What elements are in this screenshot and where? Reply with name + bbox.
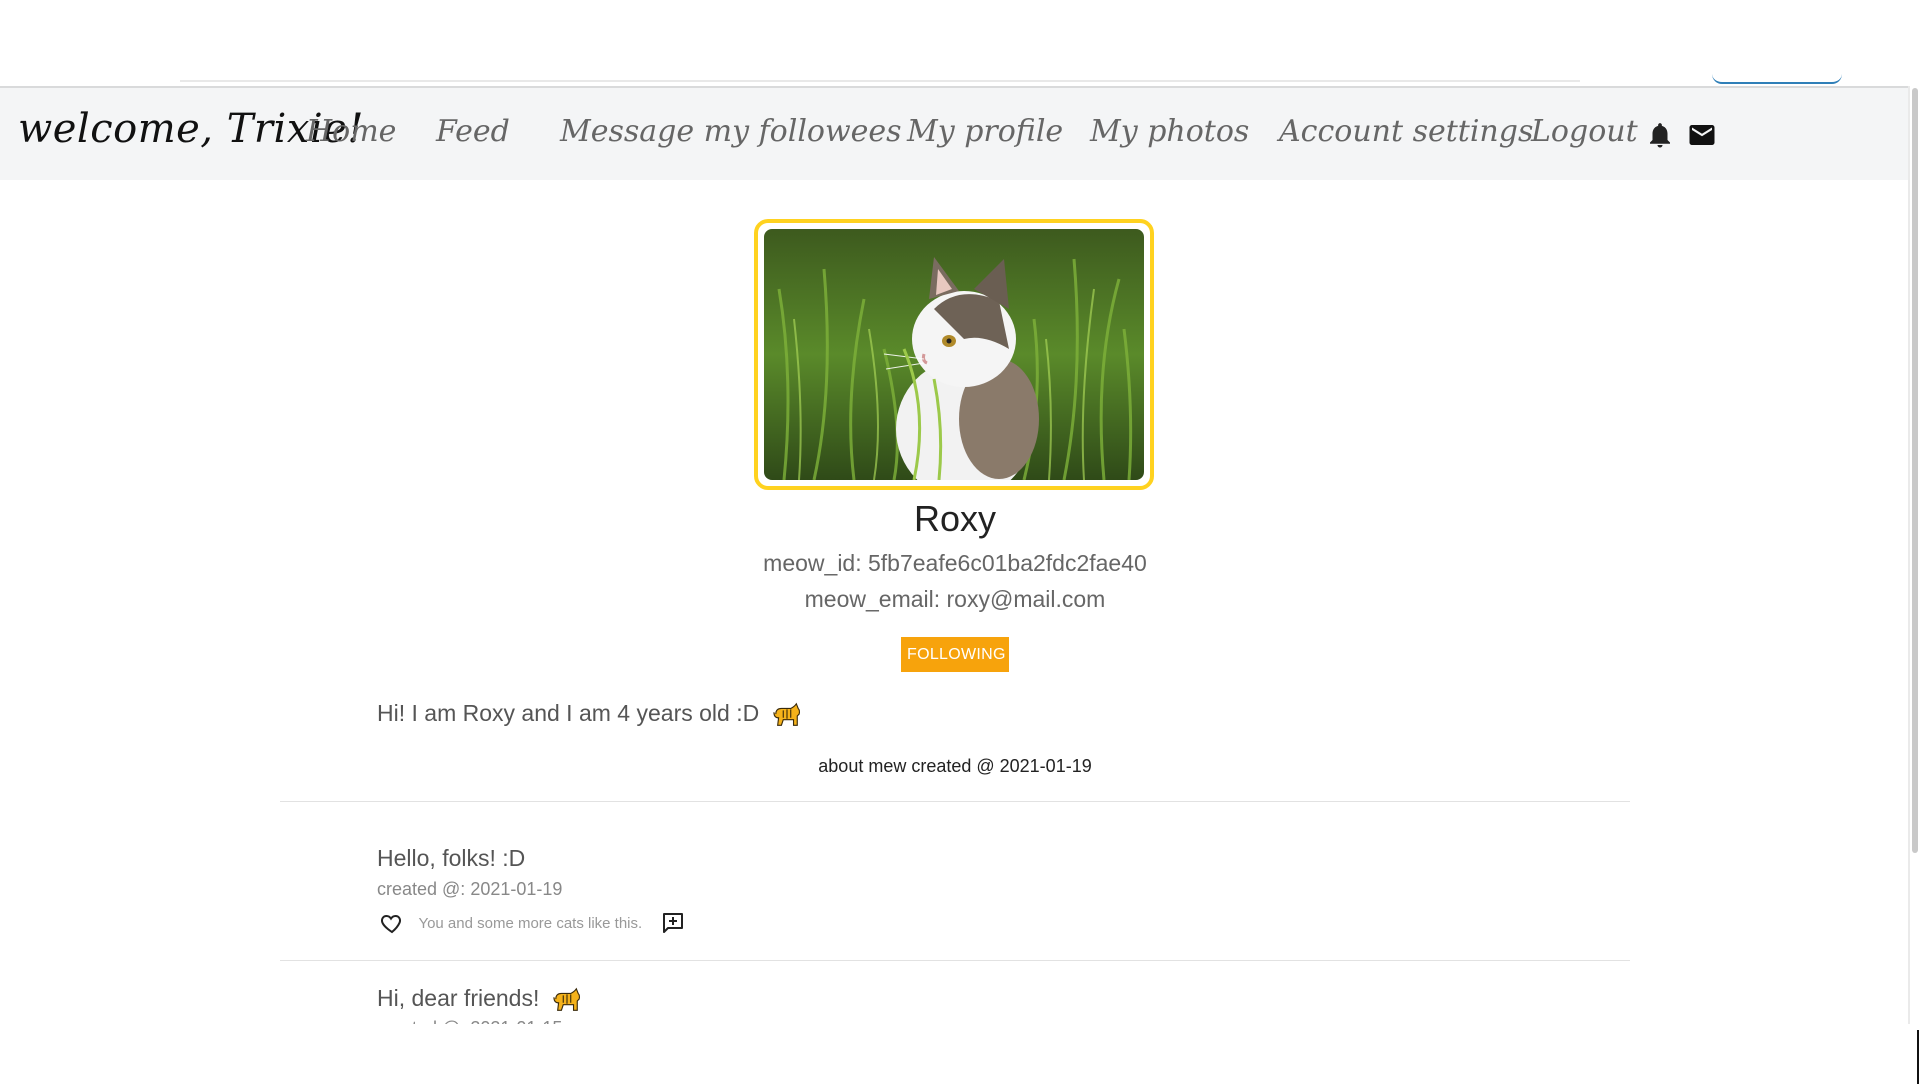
following-button[interactable]: FOLLOWING xyxy=(901,637,1009,672)
add-comment-icon[interactable] xyxy=(661,911,685,935)
page-edge xyxy=(1908,86,1910,1076)
nav-account-settings[interactable]: Account settings xyxy=(1279,114,1533,149)
nav-home[interactable]: Home xyxy=(306,114,396,149)
nav-feed[interactable]: Feed xyxy=(436,114,510,149)
cat-emoji-icon xyxy=(772,702,800,726)
profile-photo-frame xyxy=(754,219,1154,490)
bell-icon[interactable] xyxy=(1645,120,1675,150)
nav-my-profile[interactable]: My profile xyxy=(907,114,1063,149)
top-strip xyxy=(0,0,1922,82)
profile-name: Roxy xyxy=(913,498,997,539)
about-created-date: about mew created @ 2021-01-19 xyxy=(818,756,1092,776)
mail-icon[interactable] xyxy=(1687,120,1717,150)
cat-emoji-icon xyxy=(553,987,580,1011)
about-text: Hi! I am Roxy and I am 4 years old :D xyxy=(377,700,760,726)
heart-icon[interactable] xyxy=(380,911,404,935)
post-text: Hi, dear friends! xyxy=(377,985,582,1014)
text-cursor xyxy=(1917,1030,1919,1084)
profile-meow-id: meow_id: 5fb7eafe6c01ba2fdc2fae40 xyxy=(763,550,1147,576)
nav-message-followees[interactable]: Message my followees xyxy=(560,114,902,149)
post-actions: You and some more cats like this. xyxy=(380,911,685,937)
scrollbar[interactable] xyxy=(1912,88,1918,853)
nav-my-photos[interactable]: My photos xyxy=(1090,114,1249,149)
profile-meow-email: meow_email: roxy@mail.com xyxy=(804,586,1106,612)
top-button-edge xyxy=(1712,70,1842,84)
top-divider xyxy=(180,80,1580,82)
profile-photo[interactable] xyxy=(764,229,1144,480)
about-mew: Hi! I am Roxy and I am 4 years old :D xyxy=(377,700,802,729)
likes-summary: You and some more cats like this. xyxy=(418,914,643,932)
navbar: welcome, Trixie! Home Feed Message my fo… xyxy=(0,86,1910,180)
section-divider xyxy=(280,801,1630,802)
post-text-content: Hi, dear friends! xyxy=(377,985,540,1011)
post-created-date: created @: 2021-01-19 xyxy=(377,879,563,899)
post-text: Hello, folks! :D xyxy=(377,845,526,871)
viewport-bottom xyxy=(0,1024,1922,1084)
nav-logout[interactable]: Logout xyxy=(1531,114,1638,149)
post-divider xyxy=(280,960,1630,961)
